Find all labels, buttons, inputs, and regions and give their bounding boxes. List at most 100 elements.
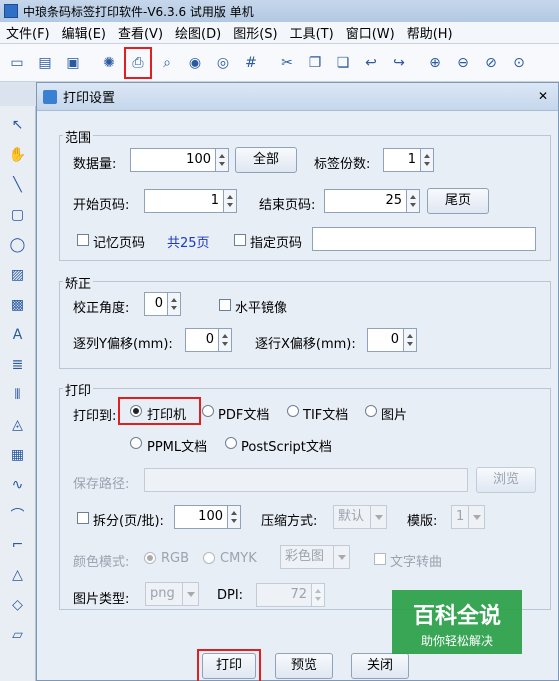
triangle-icon[interactable]: △	[7, 564, 29, 586]
settings-gear-icon[interactable]: ✺	[96, 50, 122, 76]
y-offset-input[interactable]: 0	[185, 328, 219, 352]
text-convert-checkbox[interactable]	[374, 553, 386, 565]
print-preview-icon[interactable]: ⌕	[154, 50, 180, 76]
template-select[interactable]: 1	[451, 505, 485, 529]
save-path-input[interactable]	[144, 468, 468, 492]
zoom-reset-icon[interactable]: ⊙	[506, 50, 532, 76]
specify-page-checkbox[interactable]	[234, 234, 246, 246]
angle-input[interactable]: 0	[144, 292, 168, 316]
rich-text-icon[interactable]: ≣	[7, 354, 29, 376]
cut-icon[interactable]: ✂	[274, 50, 300, 76]
end-page-input[interactable]: 25	[324, 189, 407, 213]
split-spinner[interactable]	[228, 505, 241, 529]
pan-icon[interactable]: ✋	[7, 144, 29, 166]
browse-button[interactable]: 浏览	[476, 467, 536, 493]
toolbar-separator	[266, 50, 272, 76]
undo-icon[interactable]: ↩	[358, 50, 384, 76]
menu-edit[interactable]: 编辑(E)	[56, 23, 112, 42]
radio-image[interactable]	[365, 405, 377, 417]
remember-page-checkbox[interactable]	[77, 234, 89, 246]
color-select[interactable]: 彩色图	[280, 545, 350, 569]
radio-rgb[interactable]	[144, 552, 156, 564]
toolbar-separator	[414, 50, 420, 76]
zoom-in-icon[interactable]: ⊕	[422, 50, 448, 76]
logo-icon[interactable]: ◬	[7, 414, 29, 436]
menu-file[interactable]: 文件(F)	[0, 23, 56, 42]
polyline-icon[interactable]: ⌐	[7, 534, 29, 556]
menu-shape[interactable]: 图形(S)	[227, 23, 283, 42]
rectangle-icon[interactable]: ▢	[7, 204, 29, 226]
dpi-spinner[interactable]	[312, 583, 325, 607]
last-page-button[interactable]: 尾页	[427, 188, 489, 214]
diamond-icon[interactable]: ◇	[7, 594, 29, 616]
radio-ppml[interactable]	[130, 437, 142, 449]
database-icon[interactable]: ◉	[182, 50, 208, 76]
start-page-spinner[interactable]	[224, 189, 237, 213]
y-offset-spinner[interactable]	[219, 328, 232, 352]
parallelogram-icon[interactable]: ▱	[7, 624, 29, 646]
angle-spinner[interactable]	[168, 292, 181, 316]
pointer-icon[interactable]: ↖	[7, 114, 29, 136]
option-tif-label: TIF文档	[303, 408, 349, 423]
data-count-spinner[interactable]	[216, 148, 229, 172]
x-offset-spinner[interactable]	[404, 328, 417, 352]
menu-window[interactable]: 窗口(W)	[340, 23, 401, 42]
start-page-input[interactable]: 1	[144, 189, 224, 213]
line-icon[interactable]: ╲	[7, 174, 29, 196]
print-button[interactable]: 打印	[202, 653, 256, 679]
qrcode-icon[interactable]: ▦	[7, 444, 29, 466]
menu-help[interactable]: 帮助(H)	[401, 23, 459, 42]
save-icon[interactable]: ▣	[60, 50, 86, 76]
compress-select[interactable]: 默认	[333, 505, 387, 529]
text-icon[interactable]: A	[7, 324, 29, 346]
text-convert-label: 文字转曲	[390, 555, 443, 570]
open-folder-icon[interactable]: ▤	[32, 50, 58, 76]
close-button[interactable]: 关闭	[351, 653, 409, 679]
radio-postscript[interactable]	[225, 437, 237, 449]
copies-spinner[interactable]	[421, 148, 434, 172]
curve-icon[interactable]: ∿	[7, 474, 29, 496]
picture-icon[interactable]: ▩	[7, 294, 29, 316]
dpi-input[interactable]: 72	[256, 583, 312, 607]
split-checkbox[interactable]	[77, 512, 89, 524]
zoom-fit-icon[interactable]: ⊘	[478, 50, 504, 76]
specify-page-input[interactable]	[312, 227, 536, 251]
arc-icon[interactable]: ⌒	[7, 504, 29, 526]
mirror-checkbox[interactable]	[219, 299, 231, 311]
range-group-label: 范围	[63, 127, 94, 146]
cmyk-label: CMYK	[220, 551, 257, 566]
preview-button[interactable]: 预览	[275, 653, 333, 679]
radio-tif[interactable]	[287, 405, 299, 417]
data-link-icon[interactable]: ◎	[210, 50, 236, 76]
color-mode-label: 颜色模式:	[73, 555, 130, 570]
radio-printer[interactable]	[130, 405, 142, 417]
image-type-select[interactable]: png	[145, 582, 199, 606]
copies-input[interactable]: 1	[383, 148, 421, 172]
close-icon[interactable]: ✕	[534, 88, 552, 104]
printer-icon[interactable]: ⎙	[124, 46, 152, 79]
menu-draw[interactable]: 绘图(D)	[169, 23, 227, 42]
new-file-icon[interactable]: ▭	[4, 50, 30, 76]
split-input[interactable]: 100	[174, 505, 228, 529]
radio-pdf[interactable]	[202, 405, 214, 417]
rgb-label: RGB	[161, 551, 190, 566]
menu-tools[interactable]: 工具(T)	[284, 23, 340, 42]
ellipse-icon[interactable]: ◯	[7, 234, 29, 256]
zoom-out-icon[interactable]: ⊖	[450, 50, 476, 76]
all-button[interactable]: 全部	[235, 147, 297, 173]
x-offset-input[interactable]: 0	[367, 328, 404, 352]
end-page-spinner[interactable]	[407, 189, 420, 213]
redo-icon[interactable]: ↪	[386, 50, 412, 76]
print-group-label: 打印	[63, 380, 94, 399]
paste-icon[interactable]: ❏	[330, 50, 356, 76]
menu-view[interactable]: 查看(V)	[112, 23, 169, 42]
barcode-icon[interactable]: ⦀	[7, 384, 29, 406]
copy-icon[interactable]: ❐	[302, 50, 328, 76]
radio-cmyk[interactable]	[203, 552, 215, 564]
image-type-label: 图片类型:	[73, 592, 130, 607]
grid-icon[interactable]: #	[238, 50, 264, 76]
image-icon[interactable]: ▨	[7, 264, 29, 286]
color-value: 彩色图	[285, 549, 325, 564]
remember-page-label: 记忆页码	[93, 236, 146, 251]
data-count-input[interactable]: 100	[130, 148, 216, 172]
